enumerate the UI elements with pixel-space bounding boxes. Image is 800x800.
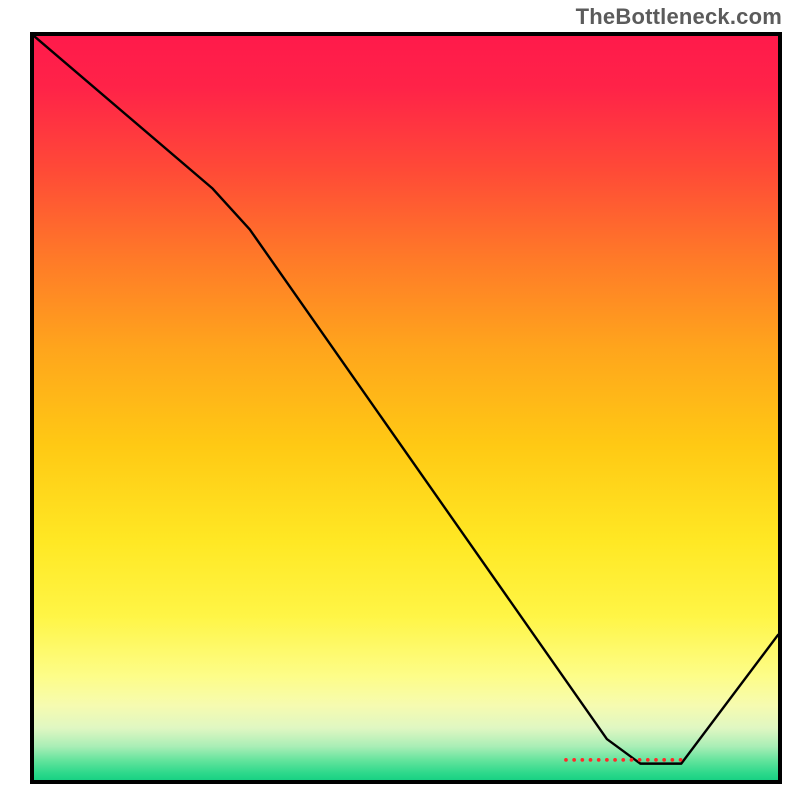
chart-frame [30,32,782,784]
bottleneck-gradient-background [34,36,778,780]
attribution-text: TheBottleneck.com [576,4,782,30]
